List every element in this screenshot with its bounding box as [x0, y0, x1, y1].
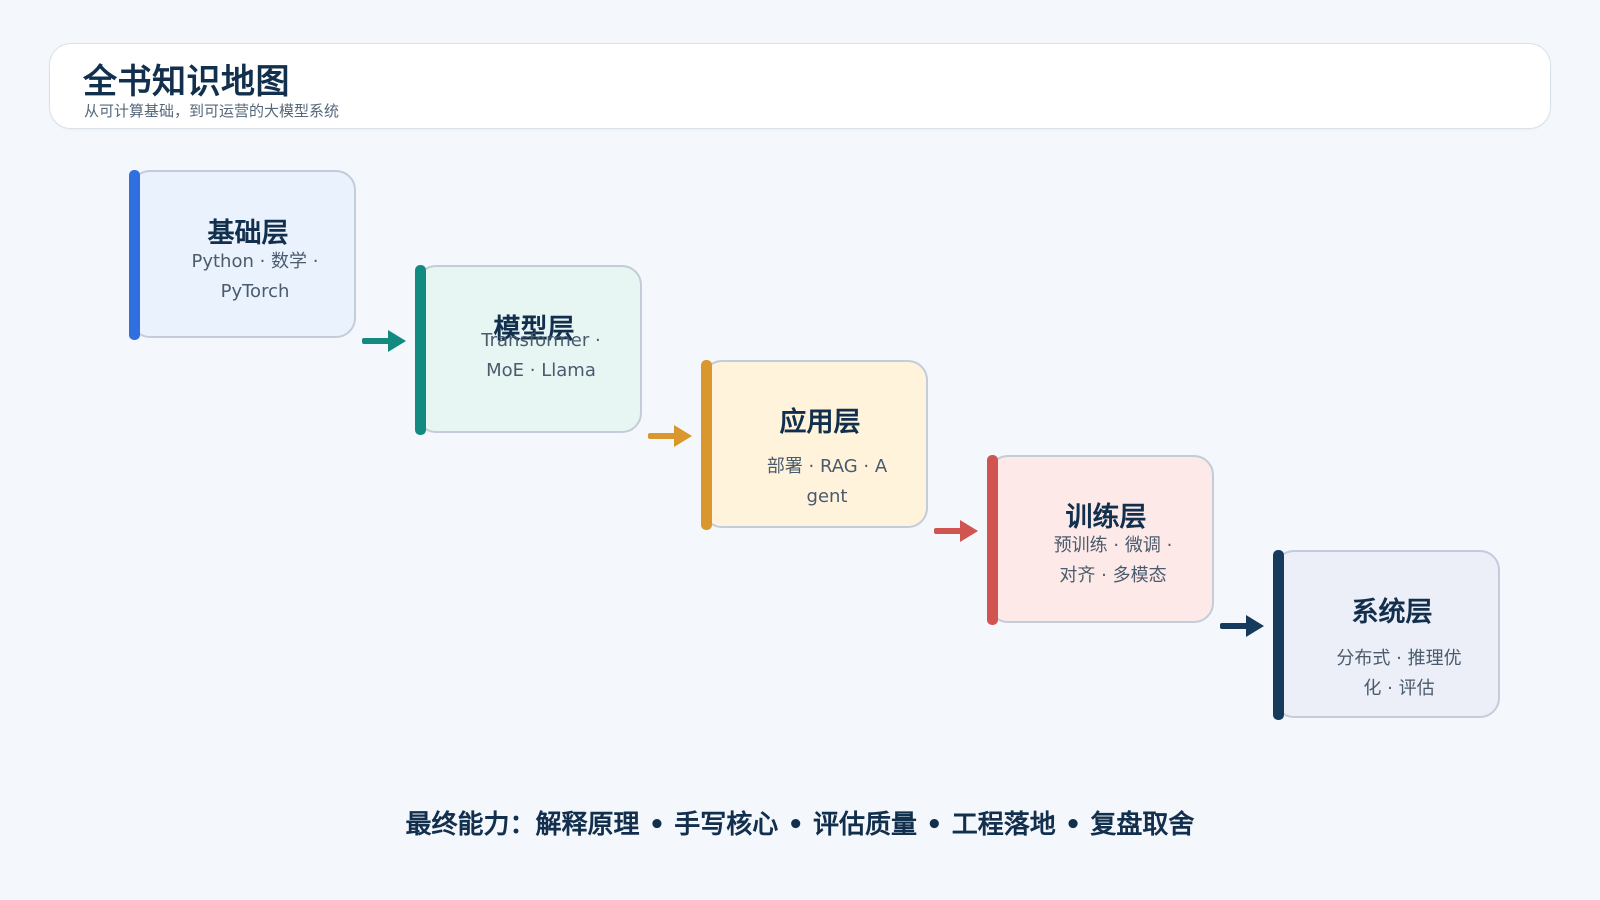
layer-card-model: 模型层 Transformer · MoE · Llama — [415, 265, 642, 435]
layer-accent-bar — [987, 455, 998, 625]
layer-card-application: 应用层 部署 · RAG · Agent — [701, 360, 928, 530]
layer-card-system: 系统层 分布式 · 推理优化 · 评估 — [1273, 550, 1500, 720]
layer-description: 分布式 · 推理优化 · 评估 — [1336, 648, 1462, 699]
page-title: 全书知识地图 — [83, 62, 290, 102]
layer-accent-bar — [1273, 550, 1284, 720]
layer-title: 基础层 — [207, 218, 289, 249]
layer-card-foundation: 基础层 Python · 数学 · PyTorch — [129, 170, 356, 340]
layer-accent-bar — [701, 360, 712, 530]
layer-title: 训练层 — [1065, 502, 1147, 533]
layer-card-training: 训练层 预训练 · 微调 · 对齐 · 多模态 — [987, 455, 1214, 625]
layer-description: 预训练 · 微调 · 对齐 · 多模态 — [1053, 535, 1173, 586]
arrow-icon — [1220, 615, 1264, 637]
layer-title: 系统层 — [1351, 597, 1433, 628]
layer-description: 部署 · RAG · Agent — [766, 456, 888, 507]
arrow-icon — [362, 330, 406, 352]
final-abilities-summary: 最终能力：解释原理 • 手写核心 • 评估质量 • 工程落地 • 复盘取舍 — [405, 810, 1195, 840]
layer-accent-bar — [415, 265, 426, 435]
page-subtitle: 从可计算基础，到可运营的大模型系统 — [84, 102, 340, 120]
layer-description: Transformer · MoE · Llama — [481, 330, 601, 381]
layer-accent-bar — [129, 170, 140, 340]
header-panel: 全书知识地图 从可计算基础，到可运营的大模型系统 — [49, 43, 1551, 129]
layer-description: Python · 数学 · PyTorch — [191, 251, 319, 302]
arrow-icon — [648, 425, 692, 447]
arrow-icon — [934, 520, 978, 542]
layer-title: 应用层 — [779, 407, 861, 438]
